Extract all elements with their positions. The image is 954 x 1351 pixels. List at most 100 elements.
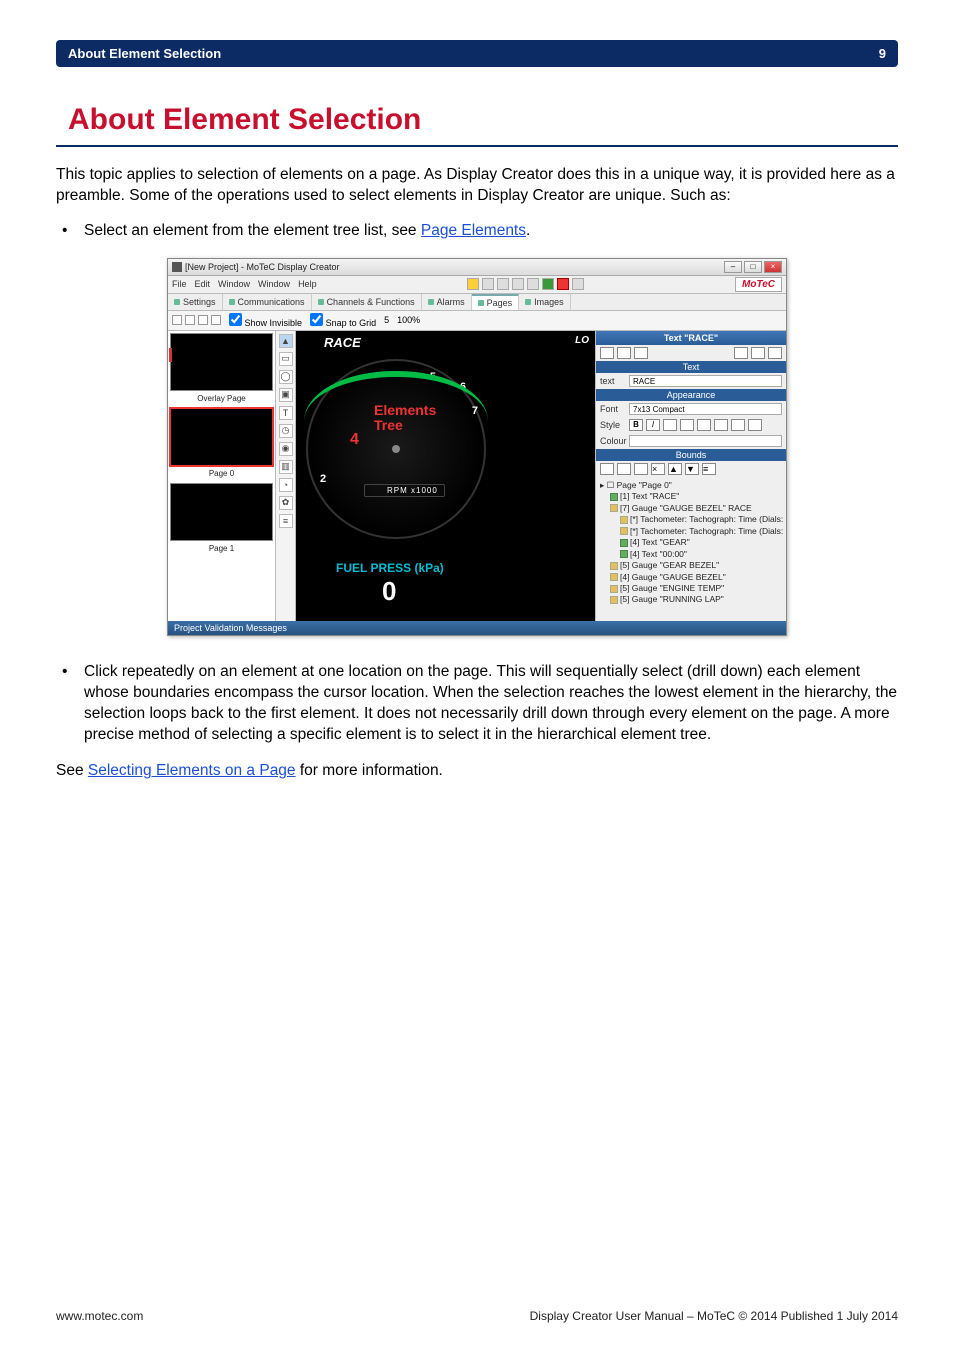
tool-bar-icon[interactable]: ▥ bbox=[279, 460, 293, 474]
tool-gear-icon[interactable]: ✿ bbox=[279, 496, 293, 510]
style-align2-button[interactable] bbox=[680, 419, 694, 431]
text-field-value[interactable]: RACE bbox=[629, 375, 782, 387]
tree-item[interactable]: [7] Gauge "GAUGE BEZEL" RACE bbox=[600, 503, 782, 514]
tree-item[interactable]: [5] Gauge "GEAR BEZEL" bbox=[600, 560, 782, 571]
tree-tool1-icon[interactable] bbox=[600, 463, 614, 475]
canvas-tachometer[interactable]: 2 5 6 7 RPM x1000 bbox=[306, 359, 486, 539]
dial-num-6: 6 bbox=[460, 381, 466, 393]
element-tree[interactable]: ▸ ☐ Page "Page 0" [1] Text "RACE" [7] Ga… bbox=[596, 477, 786, 609]
thumb-overlay[interactable] bbox=[170, 333, 273, 391]
close-button[interactable]: × bbox=[764, 261, 782, 273]
page-elements-link[interactable]: Page Elements bbox=[421, 222, 526, 239]
style-align1-button[interactable] bbox=[663, 419, 677, 431]
align-center-icon[interactable] bbox=[617, 347, 631, 359]
tree-more-icon[interactable]: ≡ bbox=[702, 463, 716, 475]
align-bottom-icon[interactable] bbox=[768, 347, 782, 359]
pages-down-icon[interactable] bbox=[211, 315, 221, 325]
tool-dial-icon[interactable]: ◉ bbox=[279, 442, 293, 456]
font-dropdown[interactable]: 7x13 Compact bbox=[629, 403, 782, 415]
text-section-title: Text bbox=[596, 361, 786, 373]
toolbar-send-icon[interactable] bbox=[497, 278, 509, 290]
tab-channels[interactable]: Channels & Functions bbox=[312, 294, 422, 310]
tree-item[interactable]: [4] Text "00:00" bbox=[600, 549, 782, 560]
toolbar-undo-icon[interactable] bbox=[512, 278, 524, 290]
toolbar-open-icon[interactable] bbox=[467, 278, 479, 290]
style-align4-button[interactable] bbox=[714, 419, 728, 431]
style-align3-button[interactable] bbox=[697, 419, 711, 431]
tab-alarms[interactable]: Alarms bbox=[422, 294, 472, 310]
maximize-button[interactable]: □ bbox=[744, 261, 762, 273]
tool-image-icon[interactable]: ▣ bbox=[279, 388, 293, 402]
grid-size-field[interactable]: 5 bbox=[384, 315, 389, 325]
align-middle-icon[interactable] bbox=[751, 347, 765, 359]
minimize-button[interactable]: – bbox=[724, 261, 742, 273]
tool-circle-icon[interactable]: ◯ bbox=[279, 370, 293, 384]
align-left-icon[interactable] bbox=[600, 347, 614, 359]
screenshot-figure: [New Project] - MoTeC Display Creator – … bbox=[56, 258, 898, 636]
menu-window[interactable]: Window bbox=[218, 279, 250, 289]
bounds-section-title: Bounds bbox=[596, 449, 786, 461]
style-align6-button[interactable] bbox=[748, 419, 762, 431]
tree-root[interactable]: ▸ ☐ Page "Page 0" bbox=[600, 480, 782, 491]
zoom-percent[interactable]: 100% bbox=[397, 315, 420, 325]
tree-delete-icon[interactable]: × bbox=[651, 463, 665, 475]
font-label: Font bbox=[600, 404, 626, 414]
tool-text-icon[interactable]: T bbox=[279, 406, 293, 420]
pages-up-icon[interactable] bbox=[198, 315, 208, 325]
dial-num-7: 7 bbox=[472, 405, 478, 417]
selecting-elements-link[interactable]: Selecting Elements on a Page bbox=[88, 762, 296, 779]
text-field-label: text bbox=[600, 376, 626, 386]
tree-tool2-icon[interactable] bbox=[617, 463, 631, 475]
style-bold-button[interactable]: B bbox=[629, 419, 643, 431]
thumb-page0[interactable] bbox=[170, 408, 273, 466]
footer-right: Display Creator User Manual – MoTeC © 20… bbox=[530, 1309, 898, 1323]
toolbar-redo-icon[interactable] bbox=[527, 278, 539, 290]
tool-pointer-icon[interactable]: ▲ bbox=[279, 334, 293, 348]
tool-rect-icon[interactable]: ▭ bbox=[279, 352, 293, 366]
tab-communications[interactable]: Communications bbox=[223, 294, 312, 310]
align-right-icon[interactable] bbox=[634, 347, 648, 359]
tree-item[interactable]: [5] Gauge "ENGINE TEMP" bbox=[600, 583, 782, 594]
pages-delete-icon[interactable] bbox=[185, 315, 195, 325]
tab-images[interactable]: Images bbox=[519, 294, 571, 310]
tab-settings[interactable]: Settings bbox=[168, 294, 223, 310]
canvas-lo-text: LO bbox=[575, 335, 589, 346]
tree-item[interactable]: [4] Gauge "GAUGE BEZEL" bbox=[600, 572, 782, 583]
menu-file[interactable]: File bbox=[172, 279, 187, 289]
align-top-icon[interactable] bbox=[734, 347, 748, 359]
page-canvas[interactable]: RACE LO 2 5 6 7 RPM x1000 4 Elements Tre… bbox=[296, 331, 596, 621]
footer-left: www.motec.com bbox=[56, 1309, 143, 1323]
tree-item[interactable]: [*] Tachometer: Tachograph: Time (Dials:… bbox=[600, 514, 782, 525]
canvas-race-text[interactable]: RACE bbox=[324, 335, 361, 350]
intro-paragraph: This topic applies to selection of eleme… bbox=[56, 165, 898, 207]
tool-led-icon[interactable]: ◔ bbox=[279, 478, 293, 492]
tool-gauge-icon[interactable]: ◷ bbox=[279, 424, 293, 438]
tool-misc-icon[interactable]: ≡ bbox=[279, 514, 293, 528]
toolbar-run-icon[interactable] bbox=[542, 278, 554, 290]
pages-add-icon[interactable] bbox=[172, 315, 182, 325]
show-invisible-checkbox[interactable]: Show Invisible bbox=[229, 313, 302, 328]
tree-up-icon[interactable]: ▲ bbox=[668, 463, 682, 475]
style-align5-button[interactable] bbox=[731, 419, 745, 431]
snap-to-grid-checkbox[interactable]: Snap to Grid bbox=[310, 313, 376, 328]
canvas-fuel-label: FUEL PRESS (kPa) bbox=[336, 561, 444, 575]
colour-dropdown[interactable] bbox=[629, 435, 782, 447]
bullet1-prefix: Select an element from the element tree … bbox=[84, 222, 421, 239]
tree-item[interactable]: [*] Tachometer: Tachograph: Time (Dials:… bbox=[600, 526, 782, 537]
tree-down-icon[interactable]: ▼ bbox=[685, 463, 699, 475]
page-footer: www.motec.com Display Creator User Manua… bbox=[56, 1309, 898, 1323]
toolbar-stop-icon[interactable] bbox=[557, 278, 569, 290]
tree-item[interactable]: [1] Text "RACE" bbox=[600, 491, 782, 502]
toolbar-help-icon[interactable] bbox=[572, 278, 584, 290]
menu-window2[interactable]: Window bbox=[258, 279, 290, 289]
menu-help[interactable]: Help bbox=[298, 279, 317, 289]
tab-pages[interactable]: Pages bbox=[472, 294, 520, 310]
toolbar-save-icon[interactable] bbox=[482, 278, 494, 290]
style-italic-button[interactable]: I bbox=[646, 419, 660, 431]
tree-tool3-icon[interactable] bbox=[634, 463, 648, 475]
tree-item[interactable]: [5] Gauge "RUNNING LAP" bbox=[600, 594, 782, 605]
header-left: About Element Selection bbox=[68, 46, 221, 61]
tree-item[interactable]: [4] Text "GEAR" bbox=[600, 537, 782, 548]
menu-edit[interactable]: Edit bbox=[195, 279, 211, 289]
thumb-page1[interactable] bbox=[170, 483, 273, 541]
